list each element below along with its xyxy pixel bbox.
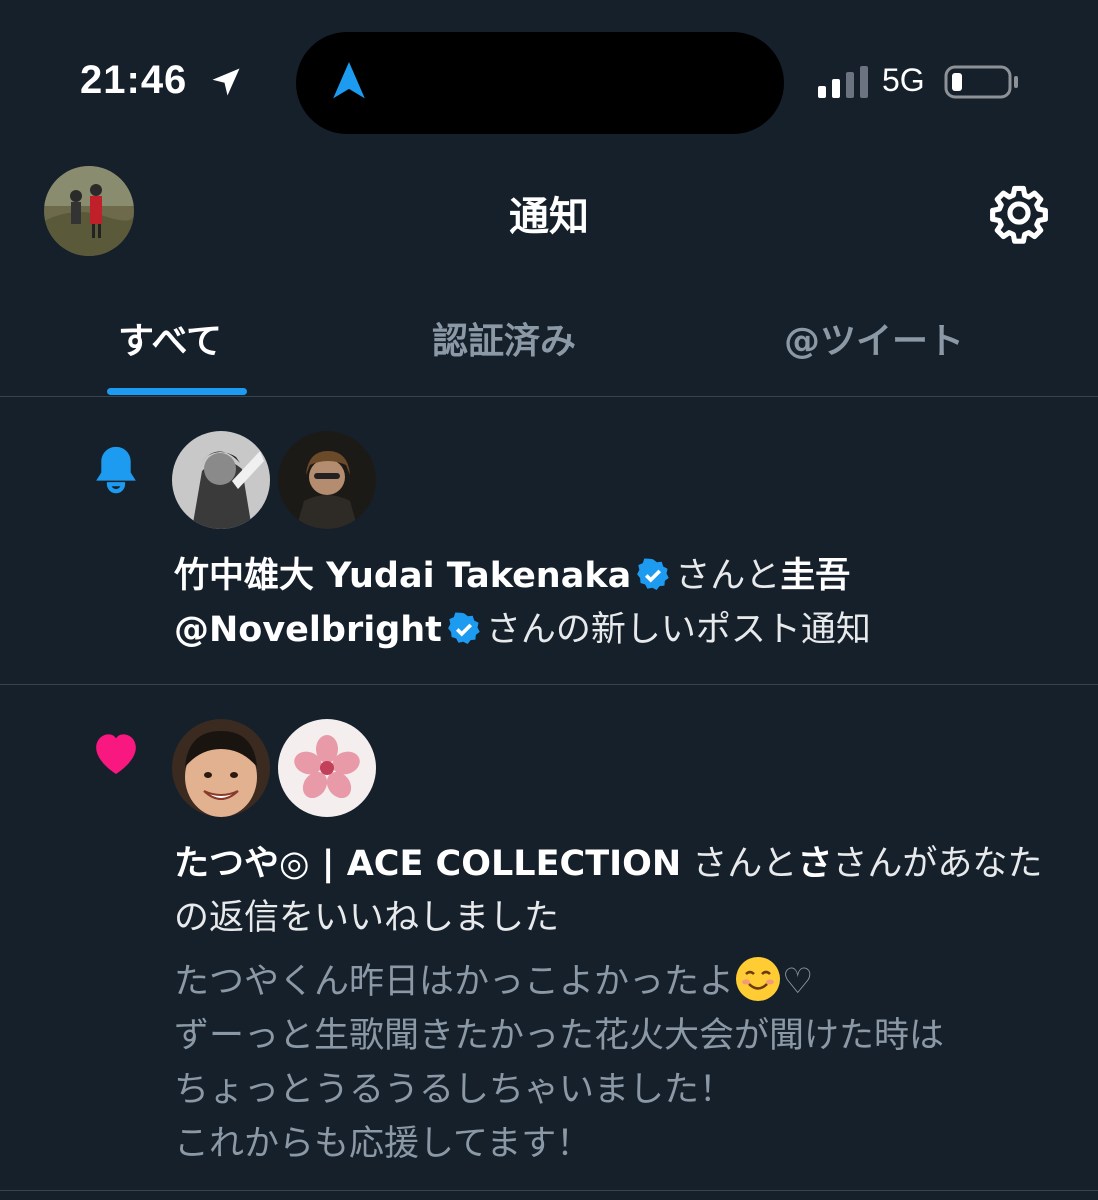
user-name[interactable]: 竹中雄大 Yudai Takenaka: [174, 556, 631, 596]
notification-item[interactable]: 竹中雄大 Yudai Takenaka さんと圭吾 @Novelbright さんの新…: [0, 397, 1098, 685]
heart-icon: [96, 734, 136, 774]
notification-suffix: さんの新しいポスト通知: [485, 610, 871, 650]
avatar-photo: [172, 431, 270, 529]
notification-item[interactable]: たつや◎ | ACE COLLECTION さんとささんがあなたの返信をいいねし…: [0, 685, 1098, 1191]
user-name[interactable]: さ: [797, 844, 832, 884]
notification-text: たつや◎ | ACE COLLECTION さんとささんがあなたの返信をいいねし…: [174, 837, 1054, 945]
avatar[interactable]: [278, 719, 376, 817]
text-connector: さんと: [675, 556, 781, 596]
notification-text: 竹中雄大 Yudai Takenaka さんと圭吾 @Novelbright さんの新…: [174, 549, 1054, 657]
network-type: 5G: [882, 62, 925, 98]
reply-body: ずーっと生歌聞きたかった花火大会が聞けた時は ちょっとうるうるしちゃいました！ …: [174, 1016, 945, 1164]
text-connector: さんと: [692, 844, 798, 884]
status-bar: 21:46 5G: [0, 0, 1098, 150]
avatar[interactable]: [172, 431, 270, 529]
user-name[interactable]: 圭吾: [780, 556, 850, 596]
user-name[interactable]: たつや◎ | ACE COLLECTION: [174, 844, 681, 884]
reply-line: たつやくん昨日はかっこよかったよ: [174, 962, 735, 1002]
reply-heart: ♡: [782, 962, 814, 1002]
dynamic-island: [296, 32, 784, 134]
page-title: 通知: [509, 194, 589, 240]
avatar-photo: [172, 719, 270, 817]
tab-all[interactable]: すべて: [118, 312, 222, 364]
status-time: 21:46: [80, 58, 188, 102]
liked-reply-text: たつやくん昨日はかっこよかったよ ♡ ずーっと生歌聞きたかった花火大会が聞けた時は…: [174, 955, 1054, 1171]
battery-icon: [944, 65, 1018, 99]
gear-icon[interactable]: [988, 182, 1050, 244]
avatar[interactable]: [172, 719, 270, 817]
notification-tabs: すべて 認証済み @ツイート: [0, 290, 1098, 397]
bell-icon: [96, 446, 136, 494]
tab-mentions[interactable]: @ツイート: [784, 312, 964, 364]
location-arrow-icon: [212, 68, 240, 96]
verified-badge-icon: [448, 612, 480, 644]
tab-active-indicator: [107, 388, 247, 395]
user-handle[interactable]: @Novelbright: [174, 610, 442, 650]
verified-badge-icon: [637, 558, 669, 590]
maps-navigation-icon: [333, 62, 365, 99]
avatar[interactable]: [278, 431, 376, 529]
tab-verified[interactable]: 認証済み: [432, 312, 576, 364]
signal-icon: [818, 66, 868, 98]
smiling-face-emoji-icon: [736, 957, 781, 1001]
avatar-photo: [278, 431, 376, 529]
avatar-photo: [278, 719, 376, 817]
